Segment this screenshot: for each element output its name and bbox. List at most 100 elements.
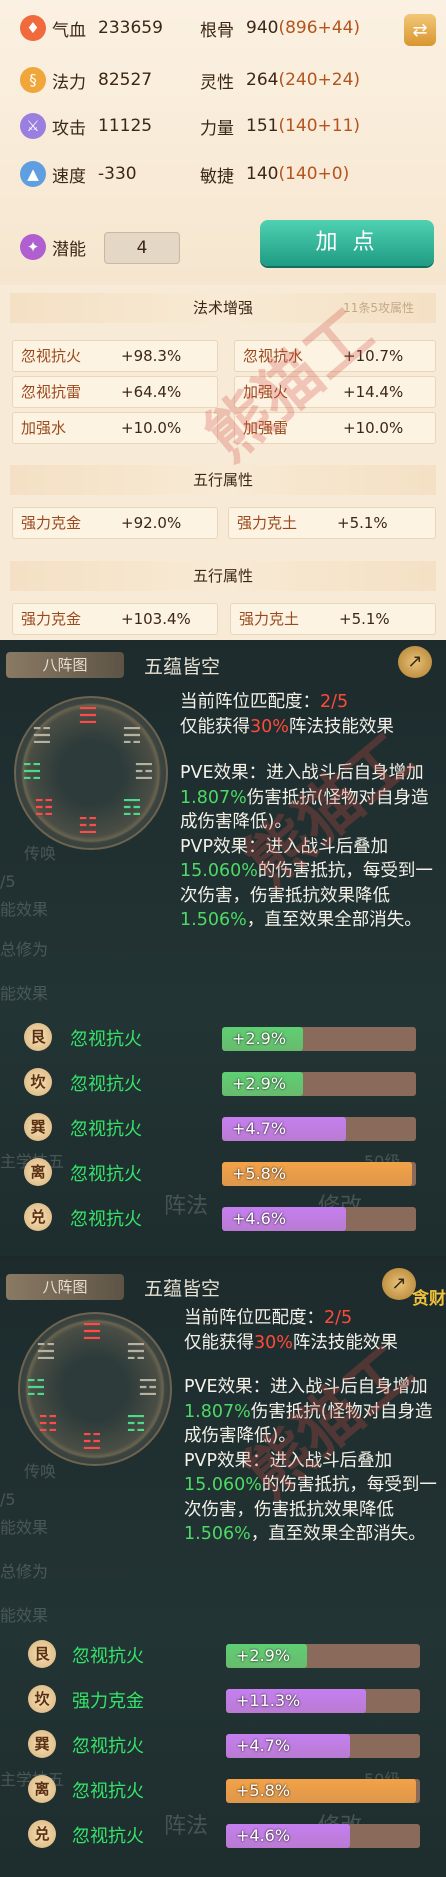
mana-label: 法力 <box>52 72 86 93</box>
effect-value: +5.8% <box>232 1164 287 1183</box>
background-text: /5 <box>0 872 16 891</box>
spirit-bonus: (240+24) <box>278 70 361 90</box>
swap-icon[interactable]: ⇄ <box>404 14 436 46</box>
spirit-label: 灵性 <box>200 72 234 93</box>
blood-drop-icon: ♦ <box>20 15 46 41</box>
background-text: 能效果 <box>0 1518 49 1537</box>
potential-label: 潜能 <box>52 239 86 260</box>
effect-row: 兑 忽视抗火 +4.6% <box>0 1196 446 1240</box>
pvp-value-2: 1.506% <box>184 1524 251 1544</box>
trigram-icon: ☴ <box>126 1340 146 1365</box>
effect-row: 坎 忽视抗火 +2.9% <box>0 1061 446 1105</box>
trigram-icon: ☱ <box>36 1340 56 1365</box>
trigram-icon: ☶ <box>122 796 142 821</box>
strength-bonus: (140+11) <box>278 116 361 136</box>
share-icon[interactable]: ↗ <box>398 646 432 678</box>
effect-row: 艮 忽视抗火 +2.9% <box>0 1633 446 1677</box>
trigram-badge: 坎 <box>24 1068 52 1096</box>
attr-value: +5.1% <box>337 514 388 532</box>
attr-name: 忽视抗雷 <box>21 383 82 401</box>
effect-row: 巽 忽视抗火 +4.7% <box>0 1723 446 1767</box>
effect-row: 离 忽视抗火 +5.8% <box>0 1151 446 1195</box>
attr-value: +10.0% <box>343 419 404 437</box>
root-stat: 根骨 940 (896+44) <box>200 8 360 48</box>
formation-header: 八阵图 五蕴皆空 ↗ <box>0 640 446 682</box>
pvp-value: 15.060% <box>180 861 258 881</box>
agility-value: 140 <box>246 164 279 184</box>
potential-stat: ✦ 潜能 <box>20 227 98 267</box>
trigram-badge: 艮 <box>28 1640 56 1668</box>
strength-label: 力量 <box>200 118 234 139</box>
attr-name: 强力克金 <box>21 610 82 628</box>
formation-name: 五蕴皆空 <box>144 1278 221 1300</box>
attr-value: +103.4% <box>121 610 191 628</box>
effect-name: 忽视抗火 <box>70 1119 142 1140</box>
match-label: 当前阵位匹配度： <box>180 692 320 712</box>
attr-cell: 忽视抗火 +98.3% <box>12 340 218 372</box>
attr-name: 强力克土 <box>239 610 300 628</box>
trigram-icon: ☵ <box>26 1376 46 1401</box>
section-title: 五行属性 <box>10 561 436 591</box>
effect-name: 强力克金 <box>72 1691 144 1712</box>
attr-cell: 强力克土 +5.1% <box>228 507 436 539</box>
effect-name: 忽视抗火 <box>72 1736 144 1757</box>
trigram-icon: ☶ <box>126 1412 146 1437</box>
trigram-badge: 兑 <box>28 1820 56 1848</box>
stats-panel: ♦ 气血 233659 根骨 940 (896+44) ⇄ § 法力 82527… <box>0 0 446 285</box>
attack-stat: ⚔ 攻击 11125 <box>20 106 152 146</box>
background-text: 总修为 <box>0 940 49 959</box>
formation-panel: 八阵图 五蕴皆空 ↗ 贪财 传唤 /5 能效果 总修为 能效果 主学技五 50级… <box>0 1262 446 1877</box>
mana-value: 82527 <box>98 70 153 90</box>
effect-bar: +4.6% <box>226 1824 420 1848</box>
attr-name: 忽视抗火 <box>21 347 82 365</box>
attr-value: +10.0% <box>121 419 182 437</box>
trigram-badge: 兑 <box>24 1203 52 1231</box>
root-bonus: (896+44) <box>278 18 361 38</box>
potential-value: 4 <box>104 232 180 264</box>
only-get-label: 仅能获得 <box>180 716 250 737</box>
trigram-badge: 艮 <box>24 1023 52 1051</box>
bagua-wheel: ☰ ☴ ☱ ☵ ☲ ☷ ☶ ☳ <box>14 696 168 850</box>
hp-value: 233659 <box>98 18 163 38</box>
effect-row: 兑 忽视抗火 +4.6% <box>0 1813 446 1857</box>
background-text: 能效果 <box>0 984 49 1003</box>
match-label: 当前阵位匹配度： <box>184 1308 324 1328</box>
effect-value: +5.8% <box>236 1781 291 1800</box>
speed-label: 速度 <box>52 166 86 187</box>
effect-value: +11.3% <box>236 1691 301 1710</box>
trigram-icon: ☴ <box>122 724 142 749</box>
attr-cell: 强力克金 +103.4% <box>12 603 218 635</box>
speed-value: -330 <box>98 164 137 184</box>
effect-name: 忽视抗火 <box>70 1164 142 1185</box>
add-points-button[interactable]: 加 点 <box>260 220 434 266</box>
tab-formation[interactable]: 八阵图 <box>6 652 124 678</box>
hp-stat: ♦ 气血 233659 <box>20 8 163 48</box>
trigram-icon: ☷ <box>34 796 54 821</box>
attr-value: +92.0% <box>121 514 182 532</box>
trigram-badge: 坎 <box>28 1685 56 1713</box>
background-text: 传唤 <box>24 844 57 863</box>
section-title: 五行属性 <box>10 465 436 495</box>
pvp-tail: ，直至效果全部消失。 <box>246 910 422 930</box>
effect-bar: +11.3% <box>226 1689 420 1713</box>
effect-name: 忽视抗火 <box>70 1074 142 1095</box>
trigram-icon: ☲ <box>138 1376 158 1401</box>
agility-stat: 敏捷 140 (140+0) <box>200 154 349 194</box>
share-icon[interactable]: ↗ <box>382 1268 416 1300</box>
effect-bar: +2.9% <box>222 1072 416 1096</box>
effect-value: +4.7% <box>232 1119 287 1138</box>
effect-bar: +4.6% <box>222 1207 416 1231</box>
match-value: 2/5 <box>320 692 349 712</box>
only-get-percent: 30% <box>254 1332 293 1353</box>
pve-value: 1.807% <box>184 1401 251 1422</box>
background-text: 传唤 <box>24 1462 57 1481</box>
attack-label: 攻击 <box>52 118 86 139</box>
trigram-icon: ☳ <box>78 814 98 839</box>
effect-row: 坎 强力克金 +11.3% <box>0 1678 446 1722</box>
effect-bar: +5.8% <box>226 1779 420 1803</box>
tab-formation[interactable]: 八阵图 <box>6 1274 124 1300</box>
bagua-wheel: ☰ ☴ ☱ ☵ ☲ ☷ ☶ ☳ <box>18 1312 172 1466</box>
attr-name: 加强水 <box>21 419 67 437</box>
trigram-icon: ☳ <box>82 1430 102 1455</box>
effect-name: 忽视抗火 <box>72 1781 144 1802</box>
